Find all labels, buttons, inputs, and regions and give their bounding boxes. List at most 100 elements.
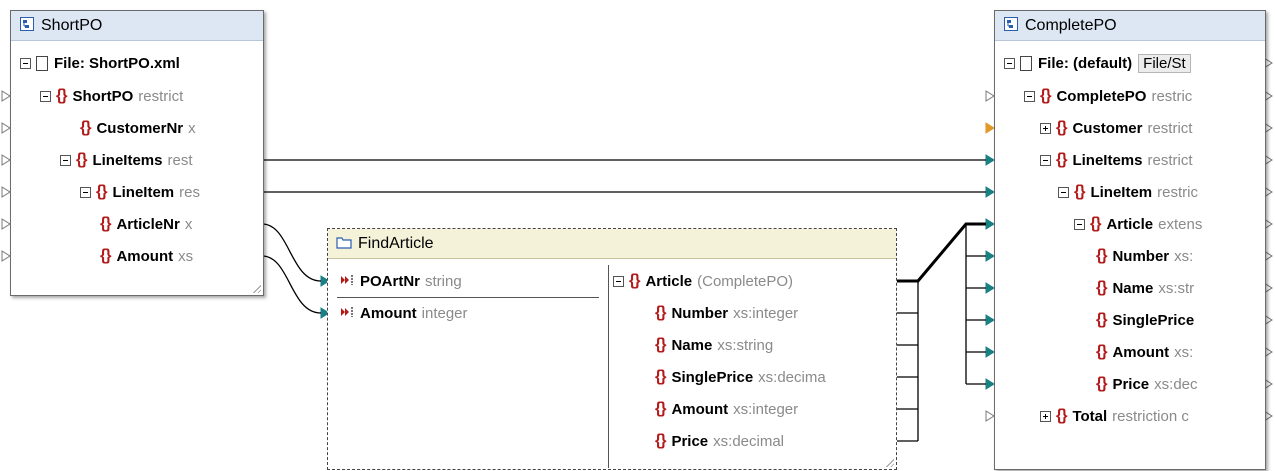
completepo-row-customer[interactable]: {} Customer restrict	[1040, 114, 1262, 142]
collapse-toggle-icon[interactable]	[1058, 186, 1069, 198]
collapse-toggle-icon[interactable]	[20, 57, 31, 69]
node-name: Name	[1112, 279, 1154, 297]
input-connector[interactable]	[985, 154, 995, 166]
function-output-article[interactable]: {} Article (CompletePO)	[613, 267, 888, 295]
collapse-toggle-icon[interactable]	[60, 154, 71, 166]
shortpo-row-shortpo[interactable]: {} ShortPO restrict	[40, 82, 254, 110]
collapse-toggle-icon[interactable]	[40, 90, 51, 102]
completepo-row-article[interactable]: {} Article extens	[1074, 210, 1262, 238]
completepo-row-singleprice[interactable]: {} SinglePrice	[1096, 306, 1262, 334]
completepo-row-total[interactable]: {} Total restriction c	[1040, 402, 1262, 430]
node-type: x	[188, 119, 196, 137]
input-connector[interactable]	[985, 122, 995, 134]
input-connector[interactable]	[985, 410, 995, 422]
input-connector[interactable]	[985, 282, 995, 294]
completepo-row-amount[interactable]: {} Amount xs:	[1096, 338, 1262, 366]
node-type: xs:decima	[758, 368, 826, 386]
completepo-component[interactable]: CompletePO	[994, 10, 1266, 470]
collapse-toggle-icon[interactable]	[1074, 218, 1085, 230]
expand-toggle-icon[interactable]	[1040, 122, 1051, 134]
node-type: string	[425, 272, 462, 290]
input-arrow-icon	[340, 273, 356, 290]
node-type: (CompletePO)	[697, 272, 793, 290]
input-connector[interactable]	[1, 122, 11, 134]
element-icon: {}	[56, 87, 67, 104]
input-connector[interactable]	[1, 250, 11, 262]
function-title: FindArticle	[358, 234, 434, 252]
collapse-toggle-icon[interactable]	[1004, 57, 1015, 69]
input-connector[interactable]	[985, 90, 995, 102]
node-name: POArtNr	[360, 272, 421, 290]
shortpo-row-customernr[interactable]: {} CustomerNr x	[80, 114, 254, 142]
element-icon: {}	[1056, 407, 1067, 424]
element-icon: {}	[655, 336, 666, 353]
node-name: Amount	[1112, 343, 1170, 361]
element-icon: {}	[655, 400, 666, 417]
node-type: xs:dec	[1154, 375, 1198, 393]
function-output-amount[interactable]: {} Amount xs:integer	[655, 395, 888, 423]
input-connector[interactable]	[985, 314, 995, 326]
collapse-toggle-icon[interactable]	[613, 275, 624, 287]
input-connector[interactable]	[985, 346, 995, 358]
node-type: restrict	[1147, 151, 1193, 169]
node-type: xs:string	[717, 336, 774, 354]
element-icon: {}	[100, 247, 111, 264]
input-connector[interactable]	[985, 218, 995, 230]
node-type: integer	[421, 304, 468, 322]
function-input-amount[interactable]: Amount integer	[340, 299, 600, 327]
collapse-toggle-icon[interactable]	[1024, 90, 1035, 102]
file-icon	[36, 55, 48, 71]
completepo-header[interactable]: CompletePO	[995, 11, 1265, 41]
resize-grip[interactable]	[885, 458, 894, 467]
completepo-row-completepo[interactable]: {} CompletePO restric	[1024, 82, 1262, 110]
completepo-row-lineitem[interactable]: {} LineItem restric	[1058, 178, 1262, 206]
file-path-field[interactable]: File/St	[1138, 53, 1191, 73]
node-name: SinglePrice	[1112, 311, 1195, 329]
node-name: Name	[671, 336, 713, 354]
input-connector[interactable]	[1, 186, 11, 198]
element-icon: {}	[1096, 311, 1107, 328]
completepo-row-lineitems[interactable]: {} LineItems restrict	[1040, 146, 1262, 174]
function-output-singleprice[interactable]: {} SinglePrice xs:decima	[655, 363, 888, 391]
shortpo-row-articlenr[interactable]: {} ArticleNr x	[100, 210, 254, 238]
element-icon: {}	[96, 183, 107, 200]
shortpo-row-lineitem[interactable]: {} LineItem res	[80, 178, 254, 206]
resize-grip[interactable]	[252, 284, 261, 293]
node-name: CompletePO	[1056, 87, 1147, 105]
input-connector[interactable]	[985, 186, 995, 198]
node-name: Number	[671, 304, 729, 322]
input-connector[interactable]	[1, 218, 11, 230]
function-input-poartnr[interactable]: POArtNr string	[340, 267, 600, 295]
shortpo-header[interactable]: ShortPO	[11, 11, 263, 41]
completepo-row-name[interactable]: {} Name xs:str	[1096, 274, 1262, 302]
node-name: Article	[645, 272, 693, 290]
input-connector[interactable]	[1, 90, 11, 102]
collapse-toggle-icon[interactable]	[80, 186, 91, 198]
shortpo-row-file-shortpo-xml[interactable]: File: ShortPO.xml	[20, 49, 254, 77]
node-name: ShortPO	[72, 87, 134, 105]
function-output-name[interactable]: {} Name xs:string	[655, 331, 888, 359]
node-name: File: ShortPO.xml	[54, 54, 180, 72]
node-type: restriction c	[1112, 407, 1189, 425]
shortpo-row-lineitems[interactable]: {} LineItems rest	[60, 146, 254, 174]
xml-schema-icon	[1003, 16, 1019, 36]
xml-schema-icon	[19, 16, 35, 36]
node-name: SinglePrice	[671, 368, 754, 386]
function-output-number[interactable]: {} Number xs:integer	[655, 299, 888, 327]
element-icon: {}	[1056, 151, 1067, 168]
node-type: xs	[178, 247, 194, 265]
completepo-row-price[interactable]: {} Price xs:dec	[1096, 370, 1262, 398]
input-connector[interactable]	[1, 154, 11, 166]
node-name: Amount	[671, 400, 729, 418]
completepo-row-number[interactable]: {} Number xs:	[1096, 242, 1262, 270]
node-name: Price	[1112, 375, 1150, 393]
input-connector[interactable]	[985, 378, 995, 390]
input-connector[interactable]	[985, 250, 995, 262]
collapse-toggle-icon[interactable]	[1040, 154, 1051, 166]
shortpo-row-amount[interactable]: {} Amount xs	[100, 242, 254, 270]
function-output-price[interactable]: {} Price xs:decimal	[655, 427, 888, 455]
expand-toggle-icon[interactable]	[1040, 410, 1051, 422]
completepo-row-file-default-[interactable]: File: (default) File/St	[1004, 49, 1262, 77]
node-name: LineItems	[92, 151, 163, 169]
findarticle-header[interactable]: FindArticle	[328, 229, 896, 259]
